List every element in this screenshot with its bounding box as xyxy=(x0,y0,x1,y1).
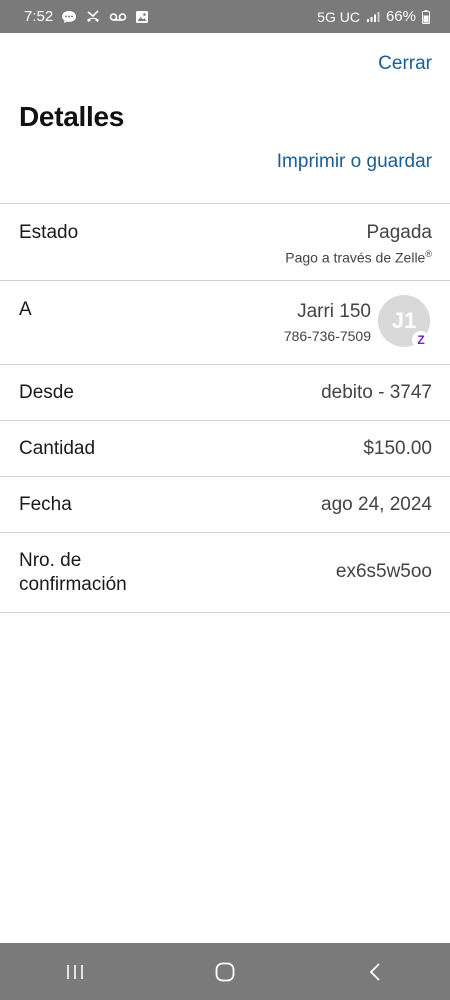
recipient-row: A Jarri 150 786-736-7509 J1 Z xyxy=(0,281,450,365)
amount-label: Cantidad xyxy=(19,438,96,459)
status-left: 7:52 xyxy=(24,8,149,25)
payment-method-note: Pago a través de Zelle® xyxy=(285,249,432,266)
message-icon xyxy=(61,9,77,25)
details-list: Estado Pagada Pago a través de Zelle® A … xyxy=(0,203,450,613)
confirmation-label: Nro. de confirmación xyxy=(19,550,127,595)
recipient-name: Jarri 150 xyxy=(297,301,371,322)
status-row: Estado Pagada Pago a través de Zelle® xyxy=(0,204,450,281)
network-type: 5G UC xyxy=(317,8,360,25)
recipient-phone: 786-736-7509 xyxy=(283,328,371,344)
recent-apps-icon[interactable] xyxy=(45,952,105,992)
date-value: ago 24, 2024 xyxy=(321,494,432,515)
from-label: Desde xyxy=(19,382,74,403)
registered-mark: ® xyxy=(425,249,432,259)
date-label: Fecha xyxy=(19,494,72,515)
navigation-bar xyxy=(0,943,450,1000)
gallery-icon xyxy=(135,10,149,24)
voicemail-icon xyxy=(109,11,127,23)
signal-icon xyxy=(366,11,380,23)
payment-method-text: Pago a través de Zelle xyxy=(285,249,426,266)
print-or-save-button[interactable]: Imprimir o guardar xyxy=(277,151,432,173)
missed-call-icon xyxy=(85,9,101,25)
from-value: debito - 3747 xyxy=(321,382,432,403)
status-time: 7:52 xyxy=(24,8,54,25)
confirmation-value: ex6s5w5oo xyxy=(335,561,432,582)
from-row: Desde debito - 3747 xyxy=(0,365,450,421)
battery-percent: 66% xyxy=(385,8,416,25)
back-icon[interactable] xyxy=(345,952,405,992)
amount-row: Cantidad $150.00 xyxy=(0,421,450,477)
home-icon[interactable] xyxy=(195,952,255,992)
status-bar: 7:52 5G UC 66% xyxy=(0,0,450,33)
recipient-label: A xyxy=(19,299,32,320)
status-right: 5G UC 66% xyxy=(317,8,430,25)
zelle-badge-icon: Z xyxy=(412,331,430,349)
details-screen: Cerrar Detalles Imprimir o guardar Estad… xyxy=(0,33,450,943)
page-title: Detalles xyxy=(19,101,124,132)
amount-value: $150.00 xyxy=(363,438,432,459)
confirmation-row: Nro. de confirmación ex6s5w5oo xyxy=(0,533,450,613)
date-row: Fecha ago 24, 2024 xyxy=(0,477,450,533)
close-button[interactable]: Cerrar xyxy=(378,53,432,75)
status-label: Estado xyxy=(19,222,79,243)
battery-icon xyxy=(422,9,430,24)
status-value: Pagada xyxy=(366,222,432,243)
